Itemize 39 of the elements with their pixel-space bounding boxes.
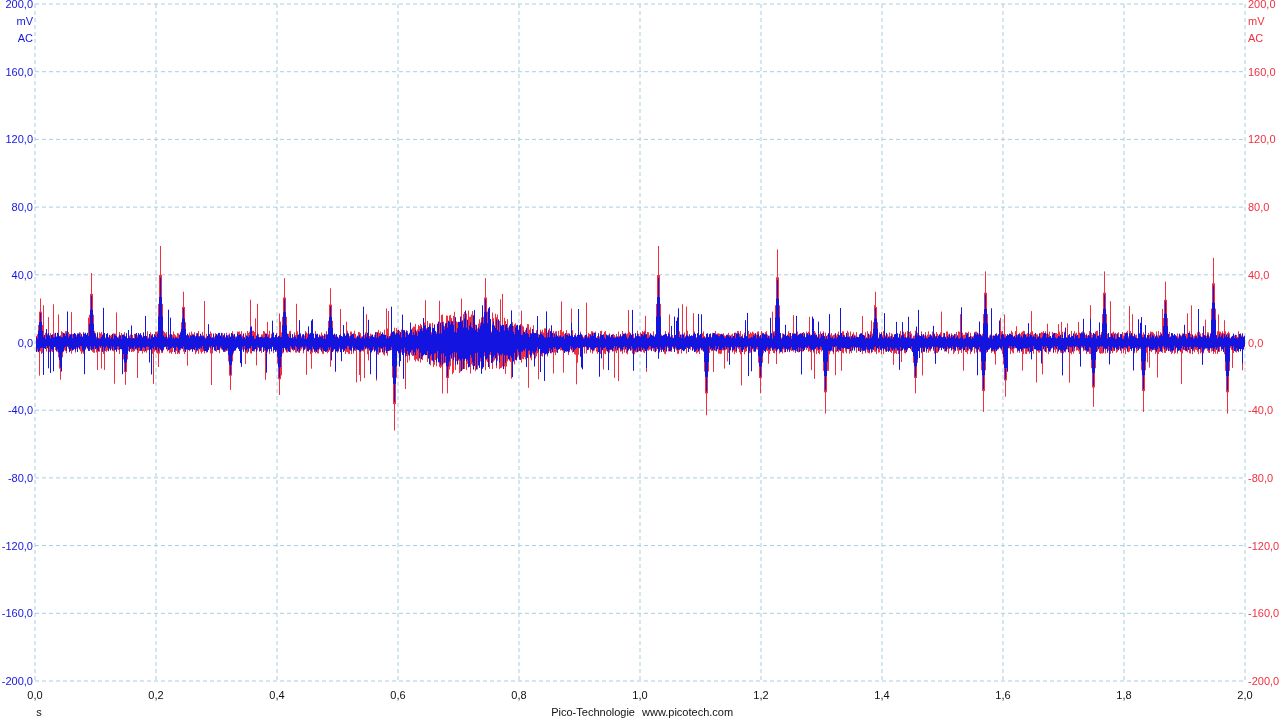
company-name: Pico-Technologie bbox=[551, 706, 635, 718]
axis-tick-label: 0,0 bbox=[17, 336, 33, 349]
axis-tick-label: -120,0 bbox=[1248, 539, 1280, 552]
axis-tick-label: 80,0 bbox=[1248, 201, 1270, 214]
axis-tick-label: 200,0 bbox=[5, 0, 33, 10]
axis-tick-label: 40,0 bbox=[11, 268, 33, 281]
axis-tick-label: 1,6 bbox=[995, 689, 1011, 701]
axis-tick-label: -160,0 bbox=[1248, 607, 1280, 620]
axis-unit-label: mV bbox=[16, 15, 33, 27]
axis-tick-label: 160,0 bbox=[5, 65, 33, 78]
axis-tick-label: 1,2 bbox=[753, 689, 769, 701]
axis-tick-label: 200,0 bbox=[1248, 0, 1276, 10]
axis-tick-label: 0,2 bbox=[148, 689, 164, 701]
axis-tick-label: 1,0 bbox=[632, 689, 648, 701]
axis-tick-label: 80,0 bbox=[11, 201, 33, 214]
axis-tick-label: 40,0 bbox=[1248, 268, 1270, 281]
axis-tick-label: 0,6 bbox=[390, 689, 406, 701]
axis-tick-label: 1,4 bbox=[874, 689, 890, 701]
coupling-label: AC bbox=[1248, 32, 1264, 44]
axis-tick-label: 0,8 bbox=[511, 689, 527, 701]
axis-unit-label: s bbox=[36, 706, 42, 718]
coupling-label: AC bbox=[17, 32, 33, 44]
axis-tick-label: 120,0 bbox=[1248, 133, 1276, 146]
axis-tick-label: -80,0 bbox=[7, 471, 33, 484]
axis-tick-label: -40,0 bbox=[7, 404, 33, 417]
axis-tick-label: 120,0 bbox=[5, 133, 33, 146]
axis-tick-label: -120,0 bbox=[1, 539, 33, 552]
axis-tick-label: 2,0 bbox=[1237, 689, 1253, 701]
axis-tick-label: -160,0 bbox=[1, 607, 33, 620]
axis-tick-label: 1,8 bbox=[1116, 689, 1132, 701]
axis-tick-label: 0,0 bbox=[1248, 336, 1264, 349]
axis-tick-label: -40,0 bbox=[1248, 404, 1274, 417]
axis-tick-label: -200,0 bbox=[1, 675, 33, 687]
axis-tick-label: -200,0 bbox=[1248, 675, 1280, 687]
axis-tick-label: 0,0 bbox=[27, 689, 43, 701]
axis-tick-label: -80,0 bbox=[1248, 471, 1274, 484]
axis-unit-label: mV bbox=[1248, 15, 1265, 27]
axis-tick-label: 160,0 bbox=[1248, 65, 1276, 78]
axis-tick-label: 0,4 bbox=[269, 689, 285, 701]
